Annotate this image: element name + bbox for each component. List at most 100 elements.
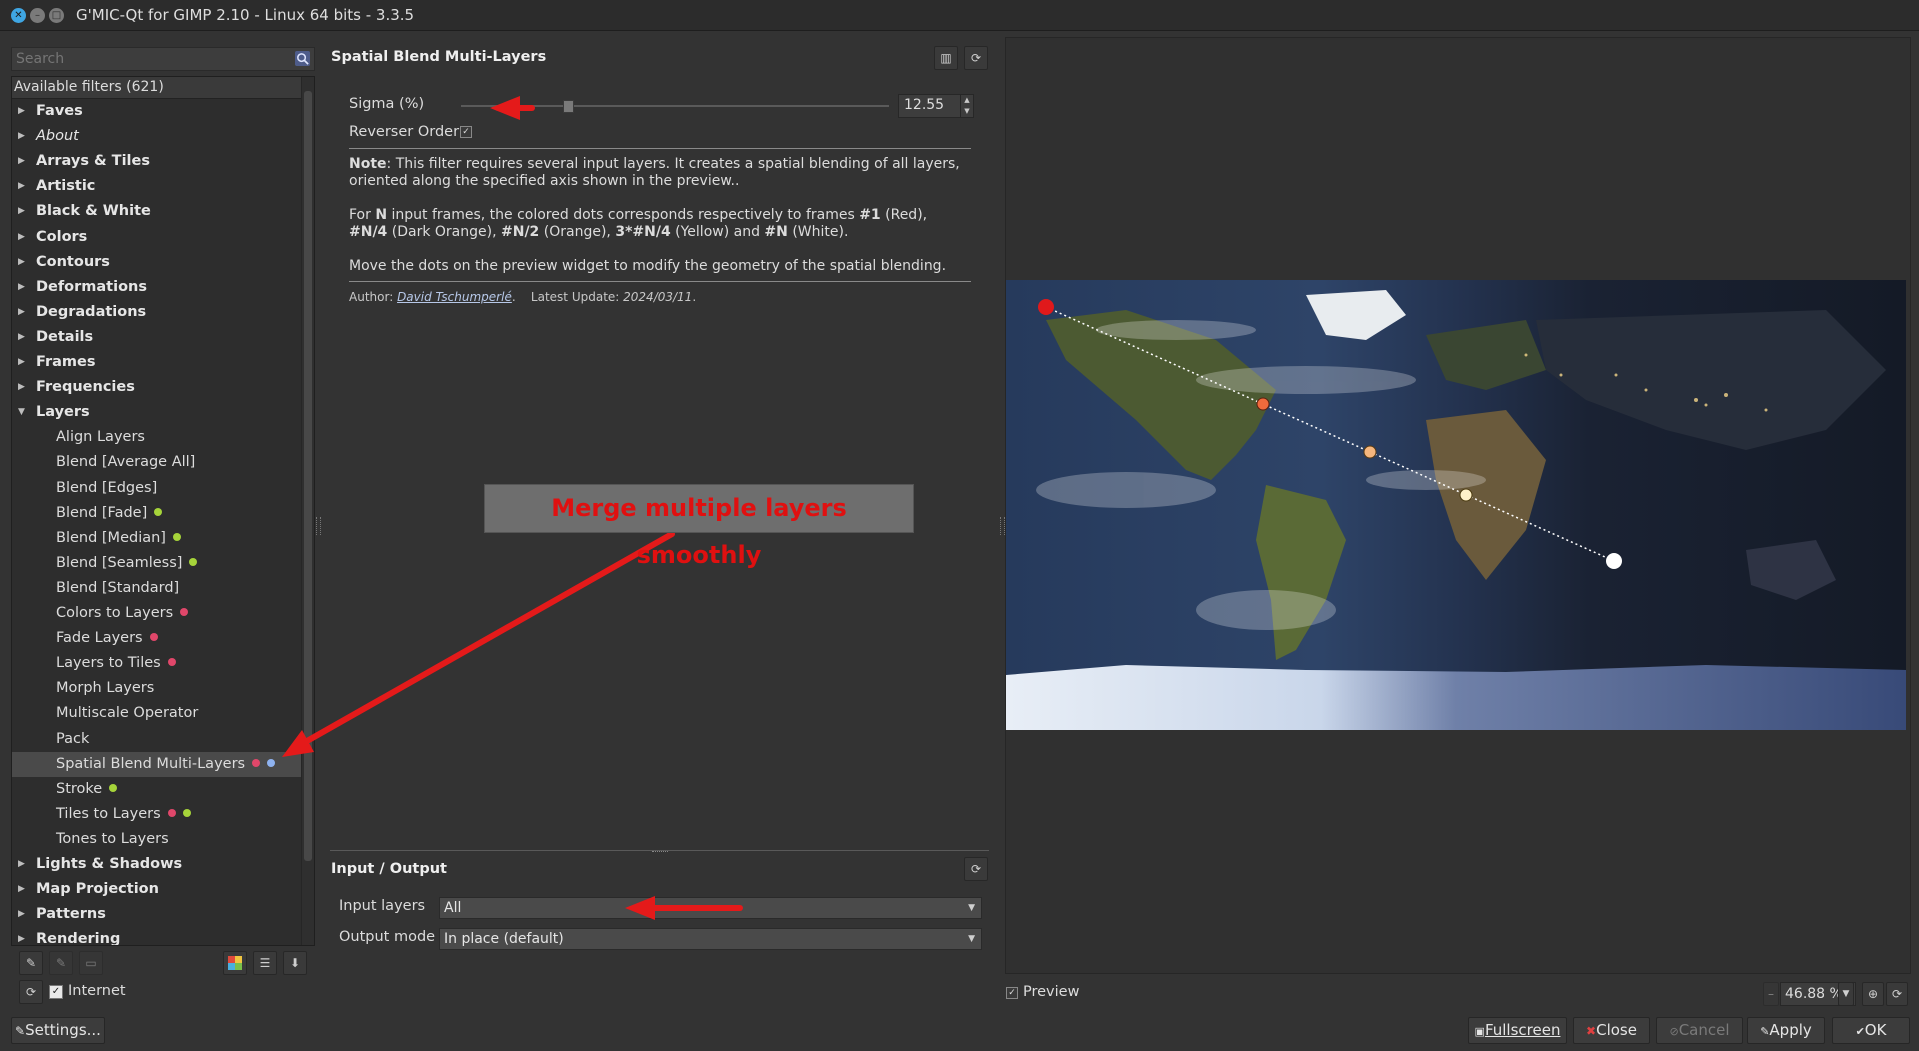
tree-item-blend-edges[interactable]: Blend [Edges]	[12, 476, 302, 501]
io-reset-icon[interactable]: ⟳	[964, 857, 988, 881]
ok-button[interactable]: ✔OK	[1832, 1017, 1910, 1044]
fave-remove-icon[interactable]: ▭	[79, 951, 103, 975]
tree-item-tones-to-layers[interactable]: Tones to Layers	[12, 827, 302, 852]
tree-category-frequencies[interactable]: ▶ Frequencies	[12, 375, 302, 400]
yellow-dot[interactable]	[1459, 488, 1473, 502]
tree-item-stroke[interactable]: Stroke	[12, 777, 302, 802]
search-icon[interactable]	[295, 51, 310, 66]
close-icon[interactable]: ✕	[11, 8, 26, 23]
preview-image[interactable]	[1006, 280, 1906, 730]
search-input[interactable]	[12, 48, 286, 70]
tree-category-arrays-tiles[interactable]: ▶ Arrays & Tiles	[12, 149, 302, 174]
tree-item-blend-seamless[interactable]: Blend [Seamless]	[12, 551, 302, 576]
tree-item-morph-layers[interactable]: Morph Layers	[12, 676, 302, 701]
download-icon[interactable]: ⬇	[283, 951, 307, 975]
author-link[interactable]: David Tschumperlé	[397, 290, 512, 304]
tree-category-about[interactable]: ▶ About	[12, 124, 302, 149]
chevron-right-icon[interactable]: ▶	[18, 99, 25, 124]
io-splitter[interactable]	[652, 851, 668, 854]
sigma-spinbox[interactable]: 12.55 ▲ ▼	[898, 94, 974, 118]
orange-dot[interactable]	[1363, 445, 1377, 459]
chevron-right-icon[interactable]: ▶	[18, 174, 25, 199]
chevron-right-icon[interactable]: ▶	[18, 902, 25, 927]
tree-item-layers-to-tiles[interactable]: Layers to Tiles	[12, 651, 302, 676]
tree-category-layers[interactable]: ▼ Layers	[12, 400, 302, 425]
close-button[interactable]: ✖Close	[1573, 1017, 1650, 1044]
tree-category-colors[interactable]: ▶ Colors	[12, 225, 302, 250]
fave-rename-icon[interactable]: ✎	[49, 951, 73, 975]
cancel-button[interactable]: ⊘Cancel	[1656, 1017, 1743, 1044]
tree-item-spatial-blend-multi-layers[interactable]: Spatial Blend Multi-Layers	[12, 751, 302, 777]
tree-category-map-projection[interactable]: ▶ Map Projection	[12, 877, 302, 902]
fullscreen-button[interactable]: ▣Fullscreen	[1468, 1017, 1567, 1044]
zoom-dropdown-icon[interactable]: ▼	[1838, 982, 1854, 1006]
tree-item-align-layers[interactable]: Align Layers	[12, 425, 302, 450]
tree-item-fade-layers[interactable]: Fade Layers	[12, 626, 302, 651]
tree-item-blend-median[interactable]: Blend [Median]	[12, 526, 302, 551]
sigma-slider-handle[interactable]	[563, 100, 574, 113]
tree-item-blend-fade[interactable]: Blend [Fade]	[12, 501, 302, 526]
tree-scroll-thumb[interactable]	[304, 91, 312, 861]
tree-item-colors-to-layers[interactable]: Colors to Layers	[12, 601, 302, 626]
input-layers-select[interactable]: All ▼	[439, 897, 982, 919]
chevron-right-icon[interactable]: ▶	[18, 325, 25, 350]
tree-item-blend-standard[interactable]: Blend [Standard]	[12, 576, 302, 601]
spin-down-icon[interactable]: ▼	[960, 106, 973, 117]
chevron-right-icon[interactable]: ▶	[18, 300, 25, 325]
chevron-right-icon[interactable]: ▶	[18, 375, 25, 400]
chevron-right-icon[interactable]: ▶	[18, 225, 25, 250]
chevron-right-icon[interactable]: ▶	[18, 927, 25, 945]
zoom-value[interactable]: 46.88 %	[1785, 986, 1843, 1002]
chevron-down-icon[interactable]: ▼	[18, 400, 25, 425]
reset-params-icon[interactable]: ⟳	[964, 46, 988, 70]
chevron-right-icon[interactable]: ▶	[18, 852, 25, 877]
zoom-in-icon[interactable]: ⊕	[1862, 982, 1884, 1006]
fave-add-icon[interactable]: ✎	[19, 951, 43, 975]
dark-orange-dot[interactable]	[1256, 397, 1270, 411]
tree-category-contours[interactable]: ▶ Contours	[12, 250, 302, 275]
red-dot[interactable]	[1038, 299, 1054, 315]
tree-category-black-white[interactable]: ▶ Black & White	[12, 199, 302, 224]
chevron-right-icon[interactable]: ▶	[18, 350, 25, 375]
apply-button[interactable]: ✎Apply	[1747, 1017, 1825, 1044]
tree-category-deformations[interactable]: ▶ Deformations	[12, 275, 302, 300]
tree-item-pack[interactable]: Pack	[12, 727, 302, 752]
search-box[interactable]	[11, 47, 315, 71]
list-view-icon[interactable]: ☰	[253, 951, 277, 975]
tree-category-patterns[interactable]: ▶ Patterns	[12, 902, 302, 927]
tree-category-degradations[interactable]: ▶ Degradations	[12, 300, 302, 325]
zoom-out-icon[interactable]: –	[1763, 982, 1779, 1006]
tree-category-lights-shadows[interactable]: ▶ Lights & Shadows	[12, 852, 302, 877]
settings-button[interactable]: ✎Settings...	[11, 1017, 105, 1044]
tree-category-faves[interactable]: ▶ Faves	[12, 99, 302, 124]
reverse-order-checkbox[interactable]: ✓	[460, 126, 472, 138]
zoom-reset-icon[interactable]: ⟳	[1886, 982, 1908, 1006]
white-dot[interactable]	[1606, 553, 1622, 569]
chevron-right-icon[interactable]: ▶	[18, 124, 25, 149]
tree-category-artistic[interactable]: ▶ Artistic	[12, 174, 302, 199]
internet-checkbox[interactable]: ✓	[49, 985, 63, 999]
tree-category-rendering[interactable]: ▶ Rendering	[12, 927, 302, 945]
maximize-icon[interactable]: □	[49, 8, 64, 23]
color-palette-icon[interactable]	[223, 951, 247, 975]
tree-category-details[interactable]: ▶ Details	[12, 325, 302, 350]
spin-up-icon[interactable]: ▲	[960, 95, 973, 106]
tree-item-multiscale-operator[interactable]: Multiscale Operator	[12, 701, 302, 726]
output-mode-select[interactable]: In place (default) ▼	[439, 928, 982, 950]
minimize-icon[interactable]: –	[30, 8, 45, 23]
tree-scrollbar[interactable]	[301, 77, 314, 945]
chevron-right-icon[interactable]: ▶	[18, 250, 25, 275]
tree-item-tiles-to-layers[interactable]: Tiles to Layers	[12, 802, 302, 827]
preview-checkbox[interactable]: ✓	[1006, 987, 1018, 999]
tree-category-frames[interactable]: ▶ Frames	[12, 350, 302, 375]
sigma-value[interactable]: 12.55	[904, 97, 944, 113]
chevron-right-icon[interactable]: ▶	[18, 149, 25, 174]
tree-item-blend-average-all[interactable]: Blend [Average All]	[12, 450, 302, 475]
chevron-right-icon[interactable]: ▶	[18, 877, 25, 902]
sigma-slider[interactable]	[461, 105, 889, 107]
filter-tree[interactable]: Available filters (621) ▶ Faves ▶ About ▶ Arr…	[11, 76, 315, 946]
left-splitter[interactable]	[316, 517, 321, 535]
layout-icon[interactable]: ▥	[934, 46, 958, 70]
chevron-right-icon[interactable]: ▶	[18, 199, 25, 224]
chevron-right-icon[interactable]: ▶	[18, 275, 25, 300]
